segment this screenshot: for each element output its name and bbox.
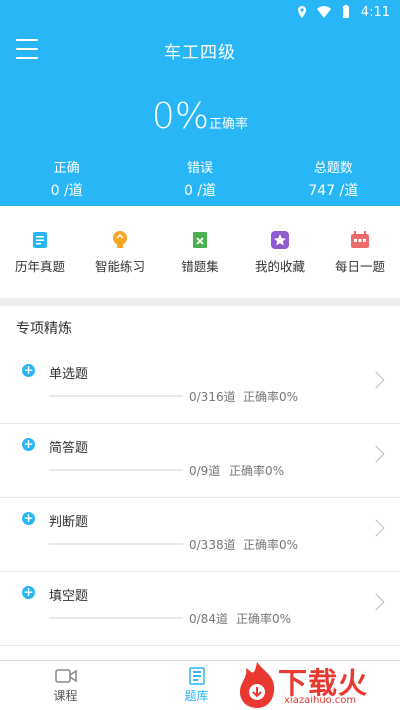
item-name: 单选题 — [49, 367, 89, 382]
document-icon — [33, 231, 47, 248]
quick-label: 历年真题 — [14, 258, 65, 274]
progress-bar — [49, 543, 183, 545]
stat-label: 错误 — [186, 161, 213, 176]
practice-item-true-false[interactable]: + 判断题 0/338道 正确率0% — [0, 498, 400, 572]
practice-item-fill-blank[interactable]: + 填空题 0/84道 正确率0% — [0, 572, 400, 646]
stat-value: 0 /道 — [50, 183, 83, 199]
item-name: 简答题 — [49, 441, 89, 456]
stats-row: 正确 0 /道 错误 0 /道 总题数 747 /道 — [0, 158, 400, 202]
watermark-url: xiazaihuo.com — [284, 695, 357, 706]
app-bar: 车工四级 — [0, 24, 400, 76]
item-count: 0/316道 — [189, 390, 236, 404]
item-rate: 正确率0% — [243, 538, 299, 552]
question-bank-icon — [188, 667, 205, 685]
item-count: 0/9道 — [189, 464, 221, 478]
plus-icon: + — [22, 363, 35, 377]
stat-label: 总题数 — [313, 161, 353, 176]
item-rate: 正确率0% — [236, 612, 292, 626]
chevron-right-icon — [367, 593, 385, 611]
menu-icon[interactable] — [16, 39, 38, 59]
page-title: 车工四级 — [164, 42, 236, 63]
practice-item-single-choice[interactable]: + 单选题 0/316道 正确率0% — [0, 350, 400, 424]
star-icon — [271, 230, 289, 249]
item-rate: 正确率0% — [229, 464, 285, 478]
item-rate: 正确率0% — [243, 390, 299, 404]
status-time: 4:11 — [360, 4, 390, 20]
summary-panel: 0%正确率 正确 0 /道 错误 0 /道 总题数 747 /道 — [0, 76, 400, 206]
item-count: 0/338道 — [189, 538, 236, 552]
tab-label: 题库 — [184, 689, 209, 703]
tab-courses[interactable]: 课程 — [0, 661, 131, 710]
progress-bar — [49, 469, 183, 471]
accuracy-value: 0% — [151, 96, 210, 137]
item-name: 判断题 — [49, 515, 89, 530]
item-count: 0/84道 — [189, 612, 228, 626]
quick-label: 每日一题 — [334, 258, 385, 274]
stat-value: 0 /道 — [183, 183, 217, 199]
wifi-icon — [316, 6, 331, 18]
stat-wrong: 错误 0 /道 — [133, 158, 266, 202]
quick-wrong-questions[interactable]: 错题集 — [160, 230, 240, 275]
practice-list: + 单选题 0/316道 正确率0% + 简答题 0/9道 正确率0% + 判断… — [0, 350, 400, 646]
stat-value: 747 /道 — [308, 183, 359, 199]
progress-bar — [49, 395, 183, 397]
quick-smart-practice[interactable]: 智能练习 — [80, 230, 160, 275]
calendar-icon — [351, 230, 369, 248]
plus-icon: + — [22, 585, 35, 599]
quick-label: 错题集 — [181, 258, 219, 274]
quick-daily-question[interactable]: 每日一题 — [320, 230, 400, 275]
chevron-right-icon — [367, 519, 385, 537]
location-icon — [297, 6, 306, 18]
watermark-logo: 下载火 xiazaihuo.com — [232, 658, 400, 710]
quick-past-exams[interactable]: 历年真题 — [0, 230, 80, 275]
quick-actions: 历年真题 智能练习 错题集 我的收藏 每日一题 — [0, 206, 400, 298]
stat-total: 总题数 747 /道 — [267, 158, 400, 202]
flame-icon — [240, 662, 275, 708]
practice-item-short-answer[interactable]: + 简答题 0/9道 正确率0% — [0, 424, 400, 498]
section-title: 专项精炼 — [16, 321, 72, 337]
quick-favorites[interactable]: 我的收藏 — [240, 230, 320, 275]
plus-icon: + — [22, 437, 35, 451]
chevron-right-icon — [367, 371, 385, 389]
accuracy-rate: 0%正确率 — [0, 96, 400, 137]
quick-label: 我的收藏 — [254, 258, 305, 274]
chevron-right-icon — [367, 445, 385, 463]
quick-label: 智能练习 — [94, 258, 145, 274]
video-icon — [54, 669, 77, 683]
stat-label: 正确 — [53, 161, 80, 176]
plus-icon: + — [22, 511, 35, 525]
accuracy-label: 正确率 — [209, 117, 249, 132]
tab-label: 课程 — [53, 689, 78, 703]
item-name: 填空题 — [49, 589, 89, 604]
lightbulb-icon — [113, 230, 127, 248]
battery-icon — [342, 5, 349, 18]
stat-correct: 正确 0 /道 — [0, 158, 133, 202]
progress-bar — [49, 617, 183, 619]
wrong-book-icon — [193, 231, 207, 248]
section-divider — [0, 298, 400, 306]
status-bar: 4:11 — [0, 0, 400, 24]
